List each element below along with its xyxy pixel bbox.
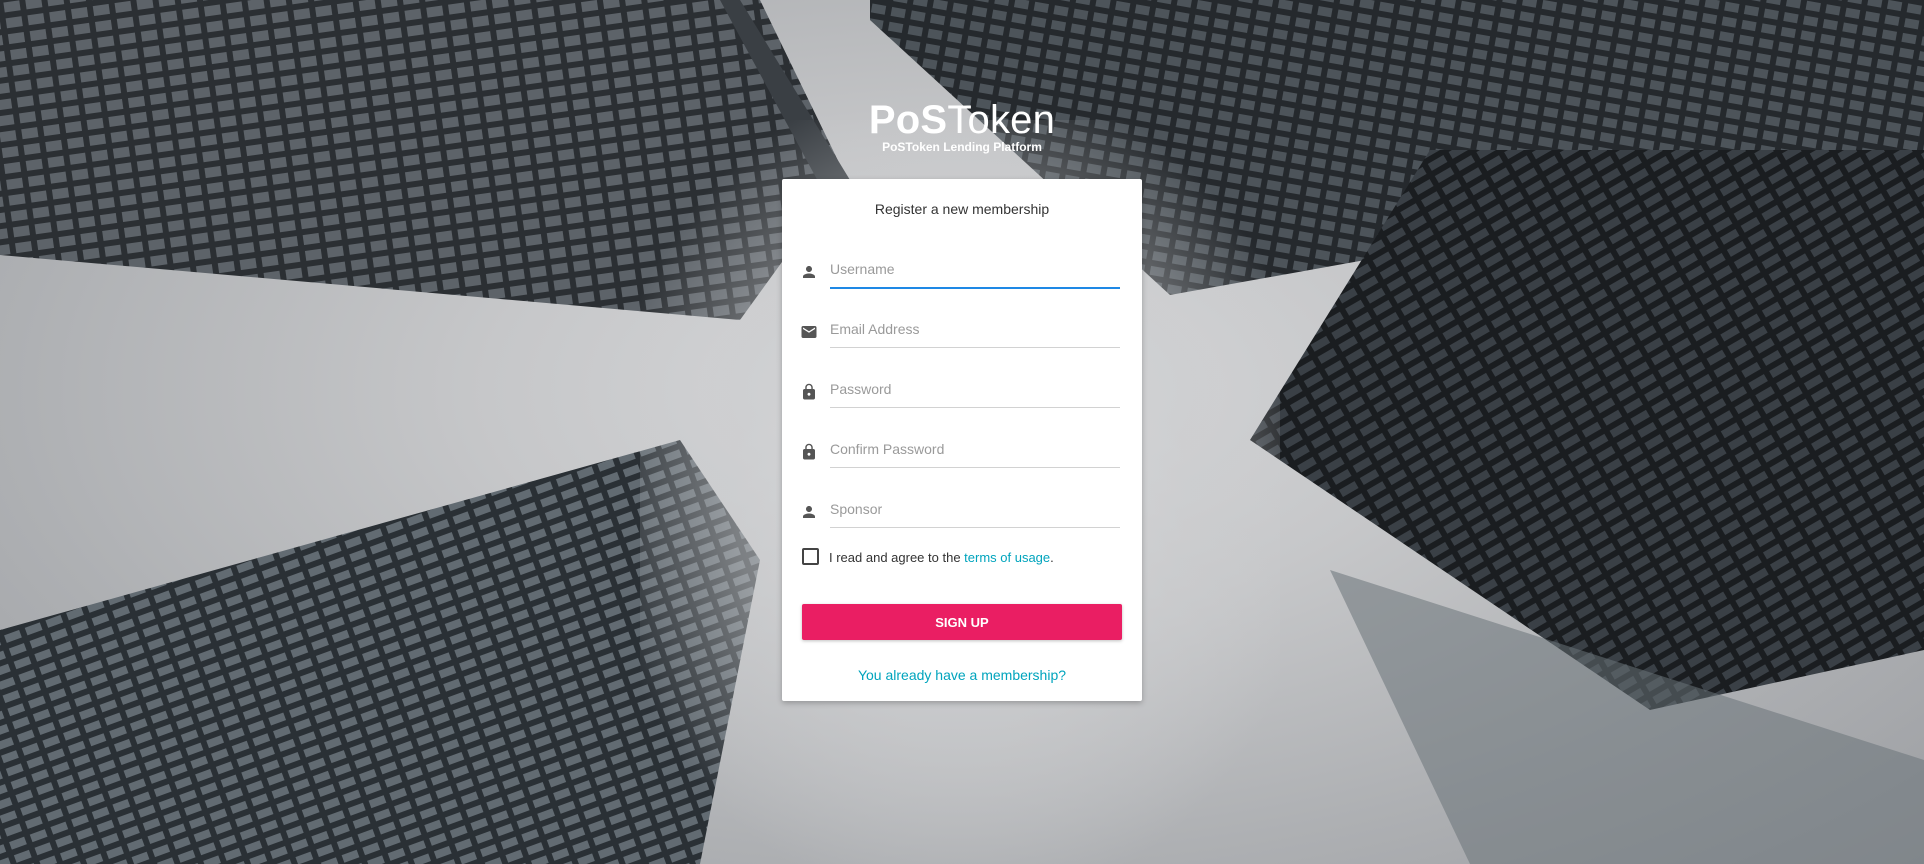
brand-name-bold: PoS (868, 98, 948, 142)
person-icon (800, 263, 818, 281)
username-input[interactable] (830, 251, 1120, 289)
email-field (800, 307, 1122, 351)
person-icon (800, 503, 818, 521)
sponsor-field (800, 487, 1122, 531)
terms-label: I read and agree to the terms of usage. (829, 550, 1054, 565)
password-field (800, 367, 1122, 411)
lock-icon (800, 443, 818, 461)
terms-suffix: . (1050, 550, 1054, 565)
lock-icon (800, 383, 818, 401)
terms-text: I read and agree to the (829, 550, 965, 565)
confirm-password-input[interactable] (830, 431, 1120, 468)
confirm-password-field (800, 427, 1122, 471)
email-input[interactable] (830, 311, 1120, 348)
terms-agreement: I read and agree to the terms of usage. (802, 548, 1122, 570)
brand-subtitle: PoSToken Lending Platform (882, 140, 1042, 154)
terms-checkbox[interactable] (802, 548, 819, 565)
register-card: Register a new membership Username Email… (782, 179, 1142, 701)
terms-link[interactable]: terms of usage (964, 550, 1050, 565)
sponsor-input[interactable] (830, 491, 1120, 528)
brand-name-light: Token (947, 98, 1056, 142)
sign-up-button[interactable]: SIGN UP (802, 604, 1122, 640)
password-input[interactable] (830, 371, 1120, 408)
brand-header: PoSToken PoSToken Lending Platform (0, 96, 1924, 154)
brand-logo: PoSToken (0, 96, 1924, 144)
form-title: Register a new membership (874, 201, 1050, 217)
login-link[interactable]: You already have a membership? (782, 667, 1142, 683)
email-icon (800, 323, 818, 341)
username-field (800, 247, 1122, 291)
